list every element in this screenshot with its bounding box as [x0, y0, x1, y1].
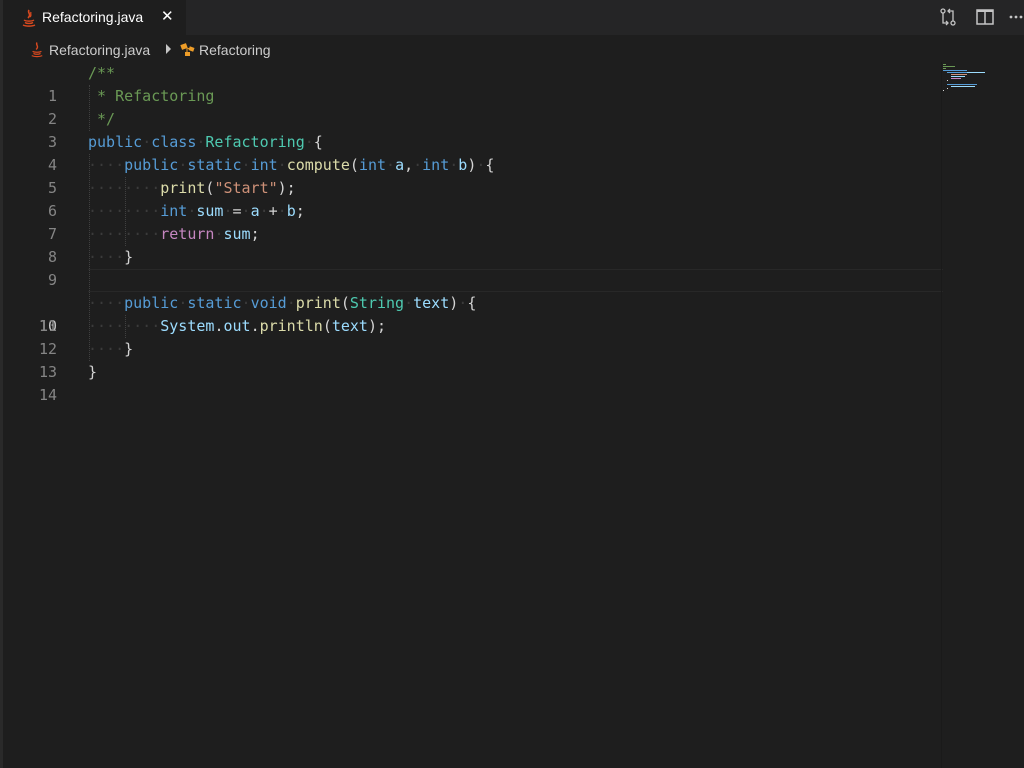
code-text: ········int·sum·=·a·+·b;: [88, 202, 305, 220]
code-line: 5 ····public·static·int·compute(int·a,·i…: [3, 154, 943, 197]
code-text: ····public·static·void·print(String·text…: [88, 294, 477, 312]
code-line: 9 ····}: [3, 246, 943, 289]
code-text: * Refactoring: [88, 87, 215, 105]
code-line: 3 */: [3, 108, 943, 151]
breadcrumb-symbol[interactable]: Refactoring: [199, 41, 271, 59]
java-file-icon: [31, 42, 43, 58]
breadcrumb-file[interactable]: Refactoring.java: [49, 41, 150, 59]
code-line: 11 ····public·static·void·print(String·t…: [3, 292, 943, 335]
breadcrumb: [3, 35, 1024, 65]
code-text: ····}: [88, 248, 134, 266]
code-line: 14 }: [3, 361, 943, 404]
code-text: ····}: [88, 340, 134, 358]
code-text: ········print("Start");: [88, 179, 296, 197]
code-text: ····public·static·int·compute(int·a,·int…: [88, 156, 495, 174]
tab-label: Refactoring.java: [42, 9, 144, 25]
code-line: 7 ········int·sum·=·a·+·b;: [3, 200, 943, 243]
chevron-right-icon: [166, 44, 171, 54]
code-line: 13 ····}: [3, 338, 943, 381]
more-actions-icon[interactable]: [1006, 7, 1024, 27]
current-line-highlight: [88, 269, 943, 292]
split-editor-icon[interactable]: [975, 7, 995, 27]
minimap[interactable]: [941, 62, 1024, 102]
minimap-border: [941, 62, 942, 768]
tab-refactoring-java[interactable]: Refactoring.java ✕: [3, 0, 186, 35]
code-line-current: 10: [3, 269, 943, 335]
code-line: 12 ········System.out.println(text);: [3, 315, 943, 358]
class-icon: [180, 43, 195, 56]
code-editor[interactable]: 1 /** 2 * Refactoring 3 */ 4 public·clas…: [3, 62, 943, 768]
code-line: 4 public·class·Refactoring·{: [3, 131, 943, 174]
code-line: 2 * Refactoring: [3, 85, 943, 128]
code-text: public·class·Refactoring·{: [88, 133, 323, 151]
code-line: 6 ········print("Start");: [3, 177, 943, 220]
code-line: 1 /**: [3, 62, 943, 105]
line-number: 14: [38, 386, 57, 404]
java-file-icon: [22, 9, 36, 27]
code-text: /**: [88, 64, 116, 82]
close-icon[interactable]: ✕: [161, 8, 174, 25]
open-changes-icon[interactable]: [938, 7, 958, 27]
tab-bar: Refactoring.java ✕: [3, 0, 1024, 35]
code-text: ········return·sum;: [88, 225, 260, 243]
code-text: */: [88, 110, 116, 128]
code-text: }: [88, 363, 98, 381]
code-line: 8 ········return·sum;: [3, 223, 943, 266]
editor-window: Refactoring.java ✕ Refactoring.java Refa…: [0, 0, 1024, 768]
code-text: ········System.out.println(text);: [88, 317, 387, 335]
